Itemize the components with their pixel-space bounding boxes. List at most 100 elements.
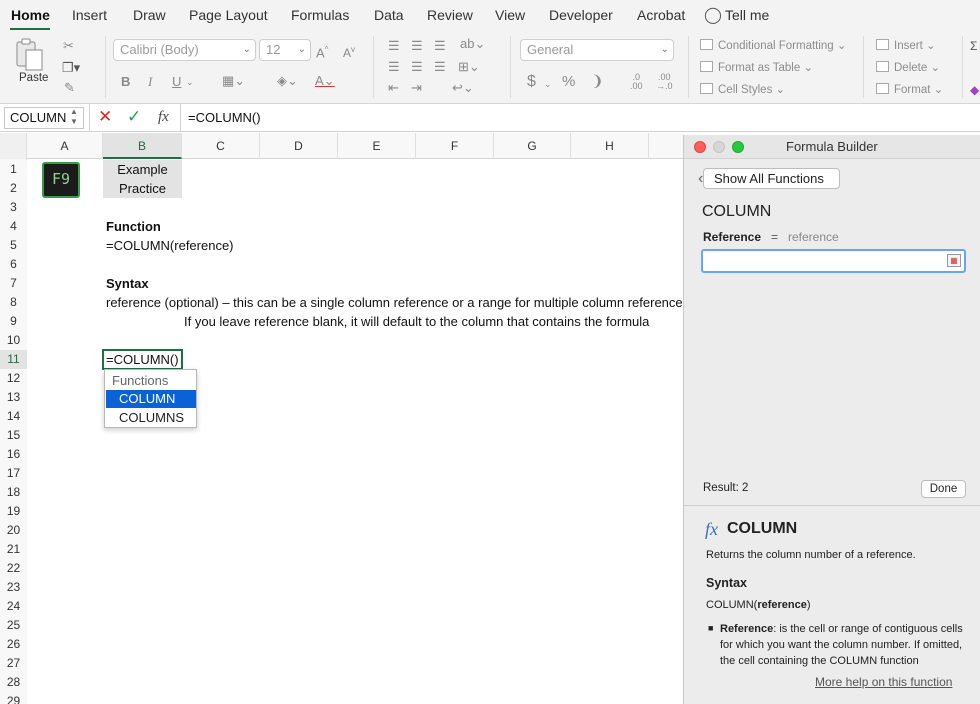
row-header[interactable]: 6 (0, 255, 27, 274)
bold-icon[interactable]: B (121, 74, 130, 90)
paste-icon[interactable] (14, 38, 46, 72)
wrap-text-icon[interactable]: ↩⌄ (452, 80, 474, 96)
align-middle-icon[interactable]: ☰ (411, 38, 423, 54)
cancel-icon[interactable]: ✕ (98, 107, 112, 127)
align-right-icon[interactable]: ☰ (434, 59, 446, 75)
active-cell-b11[interactable]: =COLUMN() (102, 349, 183, 370)
tab-insert[interactable]: Insert (72, 7, 107, 23)
column-header-f[interactable]: F (416, 133, 494, 159)
row-header[interactable]: 7 (0, 274, 27, 293)
close-window-icon[interactable] (694, 141, 706, 153)
row-header[interactable]: 14 (0, 407, 27, 426)
select-all-corner[interactable] (0, 133, 27, 159)
eraser-icon[interactable]: ◆ (970, 82, 979, 98)
decrease-decimal-icon[interactable]: .00 →.0 (656, 73, 673, 91)
row-header[interactable]: 9 (0, 312, 27, 331)
increase-decimal-icon[interactable]: .0.00 (630, 73, 643, 91)
italic-icon[interactable]: I (148, 74, 152, 90)
column-header-h[interactable]: H (571, 133, 649, 159)
align-left-icon[interactable]: ☰ (388, 59, 400, 75)
orientation-icon[interactable]: ab⌄ (460, 36, 485, 52)
worksheet-grid[interactable] (0, 132, 683, 704)
formula-input[interactable]: =COLUMN() (188, 108, 261, 128)
row-header[interactable]: 25 (0, 616, 27, 635)
increase-font-icon[interactable]: A^ (316, 42, 328, 61)
cell-styles-button[interactable]: Cell Styles ⌄ (700, 83, 785, 97)
minimize-window-icon[interactable] (713, 141, 725, 153)
practice-cell[interactable]: Practice (103, 179, 182, 198)
row-header[interactable]: 5 (0, 236, 27, 255)
currency-icon[interactable]: $ (527, 74, 536, 90)
row-header[interactable]: 19 (0, 502, 27, 521)
column-header-e[interactable]: E (338, 133, 416, 159)
range-picker-icon[interactable]: ▦ (947, 254, 961, 267)
row-header[interactable]: 15 (0, 426, 27, 445)
chevron-down-icon[interactable]: ⌄ (544, 76, 552, 92)
borders-icon[interactable]: ▦⌄ (222, 73, 245, 89)
format-as-table-button[interactable]: Format as Table ⌄ (700, 61, 813, 75)
align-top-icon[interactable]: ☰ (388, 38, 400, 54)
font-size-select[interactable]: 12 ⌄ (259, 39, 311, 61)
percent-icon[interactable]: % (562, 74, 575, 90)
fill-color-icon[interactable]: ◈⌄ (277, 73, 298, 89)
decrease-font-icon[interactable]: Av (343, 42, 355, 61)
tab-draw[interactable]: Draw (133, 7, 166, 23)
underline-icon[interactable]: U (172, 74, 181, 90)
align-bottom-icon[interactable]: ☰ (434, 38, 446, 54)
tell-me-search[interactable]: Tell me (725, 7, 769, 23)
tab-home[interactable]: Home (11, 7, 50, 23)
row-header[interactable]: 1 (0, 160, 27, 179)
autocomplete-item-column[interactable]: COLUMN (106, 390, 196, 408)
row-header[interactable]: 18 (0, 483, 27, 502)
font-name-select[interactable]: Calibri (Body) ⌄ (113, 39, 256, 61)
column-header-a[interactable]: A (27, 133, 103, 159)
row-header[interactable]: 27 (0, 654, 27, 673)
column-header-c[interactable]: C (182, 133, 260, 159)
delete-cells-button[interactable]: Delete ⌄ (876, 61, 940, 75)
tab-view[interactable]: View (495, 7, 525, 23)
autocomplete-item-columns[interactable]: COLUMNS (106, 409, 196, 427)
show-all-functions-button[interactable]: ‹ Show All Functions (698, 168, 840, 189)
column-header-b[interactable]: B (103, 133, 182, 159)
comma-style-icon[interactable]: ❩ (591, 74, 604, 90)
tab-data[interactable]: Data (374, 7, 404, 23)
row-header[interactable]: 29 (0, 692, 27, 704)
row-header[interactable]: 24 (0, 597, 27, 616)
confirm-icon[interactable]: ✓ (127, 107, 141, 127)
row-header[interactable]: 3 (0, 198, 27, 217)
tab-formulas[interactable]: Formulas (291, 7, 349, 23)
increase-indent-icon[interactable]: ⇥ (411, 80, 422, 96)
font-color-icon[interactable]: A⌄ (315, 73, 335, 89)
insert-cells-button[interactable]: Insert ⌄ (876, 39, 936, 53)
cut-icon[interactable]: ✂ (63, 38, 74, 54)
row-header[interactable]: 4 (0, 217, 27, 236)
copy-icon[interactable]: ❐▾ (62, 60, 80, 76)
done-button[interactable]: Done (921, 480, 966, 498)
autosum-icon[interactable]: Σ (970, 38, 977, 54)
row-header[interactable]: 28 (0, 673, 27, 692)
decrease-indent-icon[interactable]: ⇤ (388, 80, 399, 96)
insert-function-icon[interactable]: fx (158, 107, 169, 127)
format-painter-icon[interactable]: ✎ (64, 80, 75, 96)
row-header[interactable]: 17 (0, 464, 27, 483)
format-cells-button[interactable]: Format ⌄ (876, 83, 943, 97)
row-header[interactable]: 16 (0, 445, 27, 464)
row-header[interactable]: 13 (0, 388, 27, 407)
more-help-link[interactable]: More help on this function (815, 675, 952, 689)
number-format-select[interactable]: General ⌄ (520, 39, 674, 61)
row-header[interactable]: 20 (0, 521, 27, 540)
row-header[interactable]: 21 (0, 540, 27, 559)
row-header[interactable]: 23 (0, 578, 27, 597)
column-header-d[interactable]: D (260, 133, 338, 159)
zoom-window-icon[interactable] (732, 141, 744, 153)
chevron-down-icon[interactable]: ⌄ (186, 74, 194, 90)
merge-center-icon[interactable]: ⊞⌄ (458, 59, 480, 75)
row-header[interactable]: 8 (0, 293, 27, 312)
row-header[interactable]: 2 (0, 179, 27, 198)
example-cell[interactable]: Example (103, 160, 182, 179)
tab-page-layout[interactable]: Page Layout (189, 7, 268, 23)
paste-button[interactable]: Paste (19, 72, 48, 84)
row-header[interactable]: 26 (0, 635, 27, 654)
tab-developer[interactable]: Developer (549, 7, 613, 23)
tab-review[interactable]: Review (427, 7, 473, 23)
